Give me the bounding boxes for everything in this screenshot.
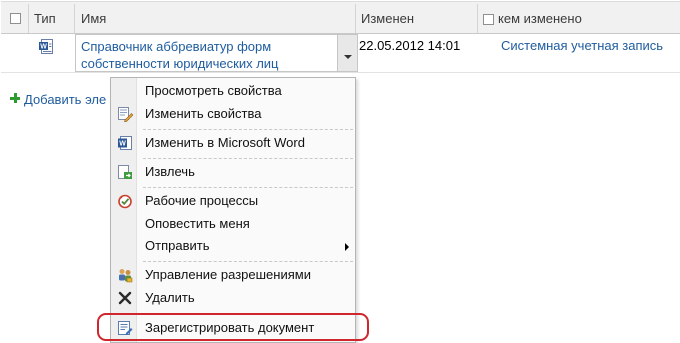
item-name-cell: Справочник аббревиатур форм собственност… — [75, 34, 358, 72]
svg-text:W: W — [119, 141, 126, 148]
menu-item-label: Оповестить меня — [145, 216, 250, 231]
menu-item-edit-properties[interactable]: Изменить свойства — [111, 103, 355, 125]
menu-separator — [143, 187, 353, 188]
highlight-annotation — [97, 313, 369, 341]
table-row: W Справочник аббревиатур форм собственно… — [1, 34, 680, 73]
item-menu-dropdown-button[interactable] — [337, 35, 357, 71]
column-divider — [477, 4, 478, 33]
menu-item-delete[interactable]: Удалить — [111, 287, 355, 309]
menu-item-label: Изменить свойства — [145, 106, 262, 121]
permissions-icon — [119, 269, 133, 283]
column-divider — [74, 4, 75, 33]
menu-separator — [143, 129, 353, 130]
plus-icon — [10, 93, 20, 103]
column-modified[interactable]: Изменен — [361, 2, 414, 35]
edit-properties-icon — [118, 107, 133, 122]
column-divider — [355, 4, 356, 33]
add-item-link[interactable]: Добавить эле — [10, 92, 106, 107]
menu-item-edit-in-word[interactable]: W Изменить в Microsoft Word — [111, 132, 355, 154]
modified-by-filter-checkbox[interactable] — [483, 14, 494, 25]
menu-item-label: Рабочие процессы — [145, 193, 259, 208]
item-name-link[interactable]: Справочник аббревиатур форм собственност… — [81, 38, 336, 72]
word-document-icon[interactable]: W — [39, 39, 54, 54]
menu-separator — [143, 261, 353, 262]
column-type[interactable]: Тип — [34, 2, 56, 35]
word-icon: W — [118, 136, 132, 150]
column-name[interactable]: Имя — [81, 2, 106, 35]
menu-item-label: Управление разрешениями — [145, 267, 311, 282]
list-header: Тип Имя Изменен кем изменено — [1, 1, 680, 34]
item-modified-by-link[interactable]: Системная учетная запись — [501, 37, 663, 54]
menu-item-check-out[interactable]: Извлечь — [111, 161, 355, 183]
menu-item-alert-me[interactable]: Оповестить меня — [111, 213, 355, 235]
svg-text:W: W — [40, 44, 47, 51]
item-context-menu: Просмотреть свойства Изменить свойства W… — [110, 77, 356, 343]
menu-item-workflows[interactable]: Рабочие процессы — [111, 190, 355, 212]
menu-item-label: Удалить — [145, 290, 195, 305]
delete-icon — [118, 291, 132, 305]
item-modified-date: 22.05.2012 14:01 — [359, 38, 461, 53]
check-out-icon — [118, 165, 132, 179]
menu-item-label: Изменить в Microsoft Word — [145, 135, 305, 150]
menu-item-manage-permissions[interactable]: Управление разрешениями — [111, 264, 355, 286]
menu-item-send-to[interactable]: Отправить — [111, 235, 355, 257]
workflow-icon — [118, 194, 132, 209]
chevron-down-icon — [344, 55, 352, 59]
menu-item-label: Отправить — [145, 238, 210, 253]
menu-item-view-properties[interactable]: Просмотреть свойства — [111, 80, 355, 102]
menu-item-label: Извлечь — [145, 164, 195, 179]
select-all-checkbox[interactable] — [10, 13, 21, 24]
menu-separator — [143, 158, 353, 159]
add-item-label: Добавить эле — [24, 92, 107, 107]
column-modified-by[interactable]: кем изменено — [498, 2, 582, 35]
column-divider — [28, 4, 29, 33]
submenu-arrow-icon — [345, 243, 349, 251]
menu-item-label: Просмотреть свойства — [145, 83, 282, 98]
